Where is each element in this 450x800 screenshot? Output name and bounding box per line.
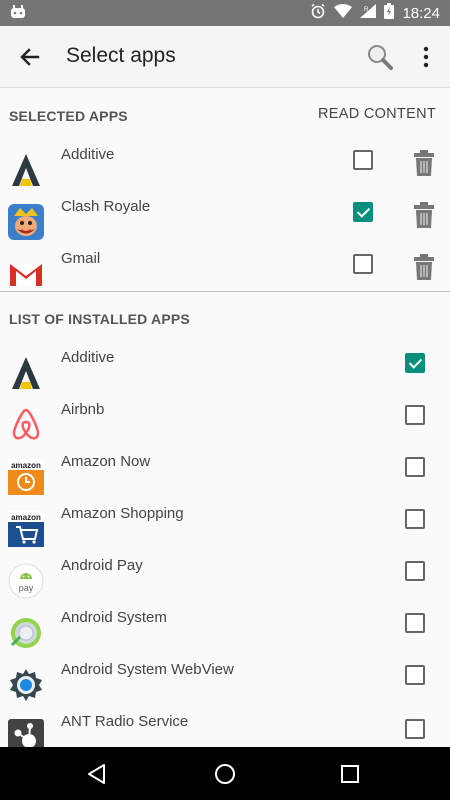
- app-name: Airbnb: [61, 401, 105, 418]
- svg-text:pay: pay: [19, 583, 34, 593]
- read-content-checkbox[interactable]: [353, 202, 373, 222]
- svg-text:amazon: amazon: [11, 513, 41, 522]
- additive-app-icon: [8, 152, 44, 188]
- app-name: Android Pay: [61, 557, 143, 574]
- installed-app-row[interactable]: amazon Amazon Now: [0, 449, 450, 501]
- trash-icon[interactable]: [414, 150, 434, 181]
- installed-app-row[interactable]: Additive: [0, 345, 450, 397]
- search-icon[interactable]: [366, 43, 394, 76]
- app-bar: Select apps: [0, 26, 450, 88]
- android-system-app-icon: [8, 615, 44, 651]
- android-system-webview-app-icon: [8, 667, 44, 703]
- installed-app-row[interactable]: amazon Amazon Shopping: [0, 501, 450, 553]
- app-name: Additive: [61, 146, 115, 163]
- home-circle-icon[interactable]: [214, 763, 236, 790]
- gmail-app-icon: [8, 256, 44, 292]
- status-time: 18:24: [402, 4, 440, 22]
- selected-apps-header: SELECTED APPS: [9, 108, 128, 124]
- installed-apps-header: LIST OF INSTALLED APPS: [9, 311, 190, 327]
- app-name: Android System: [61, 609, 167, 626]
- android-notification-icon: [10, 5, 26, 24]
- select-app-checkbox[interactable]: [405, 561, 425, 581]
- select-app-checkbox[interactable]: [405, 613, 425, 633]
- battery-charging-icon: [384, 3, 395, 23]
- android-pay-app-icon: pay: [8, 563, 44, 599]
- recents-square-icon[interactable]: [341, 765, 359, 788]
- back-triangle-icon[interactable]: [86, 763, 108, 790]
- trash-icon[interactable]: [414, 254, 434, 285]
- select-app-checkbox[interactable]: [405, 719, 425, 739]
- additive-app-icon: [8, 355, 44, 391]
- selected-app-row: Clash Royale: [0, 194, 450, 246]
- read-content-checkbox[interactable]: [353, 150, 373, 170]
- trash-icon[interactable]: [414, 202, 434, 233]
- section-divider: [0, 291, 450, 292]
- installed-app-row[interactable]: Android System: [0, 605, 450, 657]
- installed-app-row[interactable]: Airbnb: [0, 397, 450, 449]
- signal-roaming-icon: R: [360, 4, 377, 22]
- select-app-checkbox[interactable]: [405, 509, 425, 529]
- select-app-checkbox[interactable]: [405, 405, 425, 425]
- navigation-bar: [0, 747, 450, 800]
- app-name: Clash Royale: [61, 198, 151, 215]
- app-name: ANT Radio Service: [61, 713, 189, 730]
- read-content-header: READ CONTENT: [318, 106, 436, 122]
- svg-text:R: R: [364, 7, 369, 13]
- app-name: Gmail: [61, 250, 101, 267]
- airbnb-app-icon: [8, 407, 44, 443]
- app-name: Android System WebView: [61, 661, 234, 678]
- app-name: Amazon Now: [61, 453, 151, 470]
- more-options-icon[interactable]: [414, 45, 438, 74]
- alarm-icon: [310, 3, 326, 23]
- svg-text:amazon: amazon: [11, 461, 41, 470]
- page-title: Select apps: [66, 44, 176, 67]
- selected-app-row: Additive: [0, 142, 450, 194]
- back-arrow-icon[interactable]: [18, 45, 42, 74]
- app-name: Additive: [61, 349, 115, 366]
- wifi-icon: [334, 4, 353, 22]
- installed-app-row[interactable]: Android System WebView: [0, 657, 450, 709]
- select-app-checkbox[interactable]: [405, 457, 425, 477]
- amazon-shopping-app-icon: amazon: [8, 511, 44, 547]
- select-app-checkbox[interactable]: [405, 665, 425, 685]
- select-app-checkbox[interactable]: [405, 353, 425, 373]
- installed-app-row[interactable]: pay Android Pay: [0, 553, 450, 605]
- read-content-checkbox[interactable]: [353, 254, 373, 274]
- app-name: Amazon Shopping: [61, 505, 184, 522]
- amazon-now-app-icon: amazon: [8, 459, 44, 495]
- clash-royale-app-icon: [8, 204, 44, 240]
- status-bar: R 18:24: [0, 0, 450, 26]
